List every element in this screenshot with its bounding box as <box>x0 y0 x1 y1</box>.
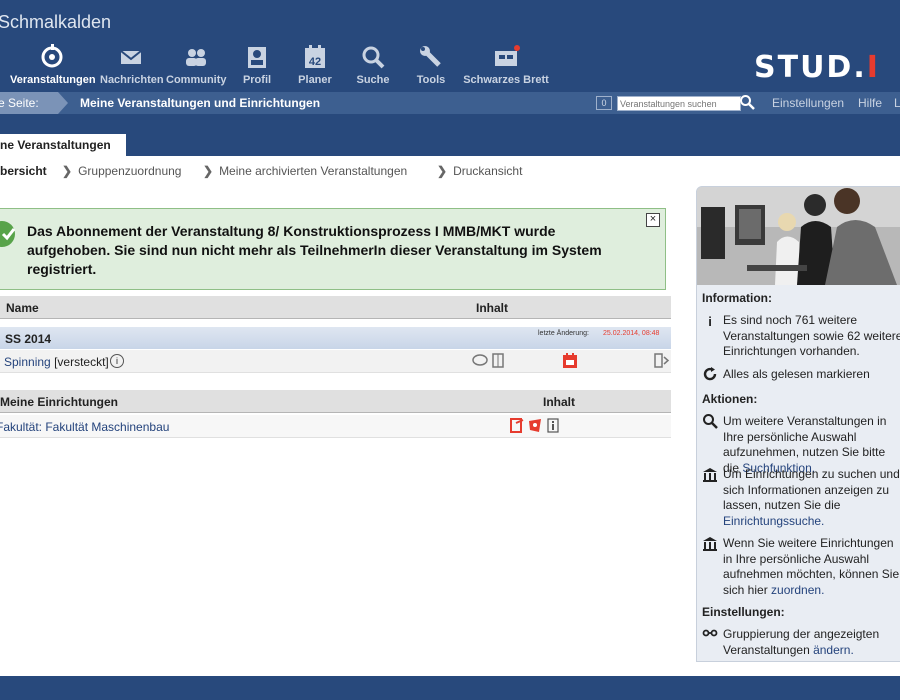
chevron-right-icon: ❯ <box>62 164 73 178</box>
institute-icon <box>703 468 717 482</box>
search-icon <box>703 414 718 429</box>
institute-search-link[interactable]: Einrichtungssuche. <box>723 514 824 528</box>
nav-label: Community <box>166 74 227 86</box>
refresh-icon <box>703 367 717 381</box>
table-row: Fakultät: Fakultät Maschinenbau <box>0 415 671 438</box>
nav-item-suche[interactable]: Suche <box>354 44 392 90</box>
nav-item-community[interactable]: Community <box>166 44 227 90</box>
forum-icon[interactable] <box>472 354 488 368</box>
nav-item-profil[interactable]: Profil <box>240 44 274 90</box>
info-icon[interactable]: i <box>110 354 124 368</box>
nav-label: Planer <box>298 74 332 86</box>
course-search-input[interactable] <box>617 96 741 111</box>
nav-label: Profil <box>242 74 272 86</box>
message-text: Das Abonnement der Veranstaltung 8/ Kons… <box>27 223 602 277</box>
svg-text:42: 42 <box>309 56 321 68</box>
seminar-icon <box>41 44 63 68</box>
settings-heading: Einstellungen: <box>702 605 785 619</box>
settings-group-text: Gruppierung der angezeigten Veranstaltun… <box>723 627 880 657</box>
subnav-item-uebersicht[interactable]: bersicht <box>0 164 47 178</box>
forum-new-icon[interactable] <box>510 418 524 433</box>
info-icon[interactable] <box>547 418 559 433</box>
last-change-label: letzte Änderung: <box>538 330 589 337</box>
leave-course-icon[interactable] <box>654 353 670 368</box>
mark-all-read-link[interactable]: Alles als gelesen markieren <box>723 367 900 383</box>
studip-logo[interactable]: STUD.I <box>754 50 880 85</box>
nav-item-schwarzes-brett[interactable]: Schwarzes Brett <box>462 44 550 90</box>
nav-item-planer[interactable]: 42 Planer <box>297 44 333 90</box>
community-icon <box>186 49 206 66</box>
check-icon <box>0 221 16 247</box>
search-icon[interactable] <box>739 94 755 110</box>
schedule-new-icon[interactable] <box>562 353 578 369</box>
breadcrumb-arrow-icon <box>58 92 68 114</box>
nav-label: Veranstaltungen <box>10 74 96 86</box>
info-icon: i <box>708 314 712 329</box>
subnav-item-archiv[interactable]: ❯ Meine archivierten Veranstaltungen <box>203 164 407 178</box>
tab-meine-veranstaltungen[interactable]: ne Veranstaltungen <box>0 134 126 156</box>
institute-link[interactable]: Fakultät: Fakultät Maschinenbau <box>0 420 169 434</box>
semester-label: SS 2014 <box>5 332 52 346</box>
last-change-value: 25.02.2014, 08:48 <box>603 330 660 337</box>
clipboard-count[interactable]: 0 <box>596 96 612 110</box>
nav-item-nachrichten[interactable]: Nachrichten <box>100 44 164 90</box>
action-assign-text: Wenn Sie weitere Einrichtungen in Ihre p… <box>723 536 900 597</box>
site-title: Schmalkalden <box>0 12 112 32</box>
nav-label: Schwarzes Brett <box>463 74 549 86</box>
col-content-header: Inhalt <box>543 395 575 409</box>
sidebar: Information: i Es sind noch 761 weitere … <box>696 186 900 662</box>
tab-strip: ne Veranstaltungen <box>0 114 900 156</box>
files-icon[interactable] <box>492 353 504 368</box>
nav-label: Tools <box>416 74 446 86</box>
news-new-icon[interactable] <box>527 418 543 433</box>
info-text: Es sind noch 761 weitere Veranstaltungen… <box>723 313 900 358</box>
breadcrumb-current[interactable]: Meine Veranstaltungen und Einrichtungen <box>80 92 320 114</box>
success-message: Das Abonnement der Veranstaltung 8/ Kons… <box>0 208 666 290</box>
action-institute-search-text: Um Einrichtungen zu suchen und sich Info… <box>723 467 900 528</box>
settings-link[interactable]: Einstellungen <box>772 92 844 114</box>
nav-label: Suche <box>356 74 390 86</box>
info-heading: Information: <box>702 291 772 305</box>
col-name-header: Name <box>6 301 39 315</box>
header-bar: Schmalkalden Veranstaltungen Nachrichten… <box>0 0 900 92</box>
mail-icon <box>120 50 142 64</box>
assign-link[interactable]: zuordnen. <box>771 583 824 597</box>
footer-bar <box>0 676 900 700</box>
table-header: Name Inhalt <box>0 296 671 319</box>
nav-label: Nachrichten <box>100 74 164 86</box>
breadcrumb-bar: e Seite: Meine Veranstaltungen und Einri… <box>0 92 900 114</box>
calendar-icon: 42 <box>305 45 325 68</box>
table-header: Meine Einrichtungen Inhalt <box>0 390 671 413</box>
search-icon <box>362 46 385 69</box>
help-link[interactable]: Hilfe <box>858 92 882 114</box>
institute-icon <box>703 537 717 551</box>
semester-row: SS 2014 letzte Änderung: 25.02.2014, 08:… <box>0 327 671 349</box>
profile-icon <box>248 47 266 68</box>
wrench-icon <box>420 46 441 67</box>
table-row: Spinning [versteckt] i <box>0 350 671 373</box>
sidebar-photo <box>697 187 900 285</box>
chevron-right-icon: ❯ <box>437 164 448 178</box>
subnav-item-gruppenzuordnung[interactable]: ❯ Gruppenzuordnung <box>62 164 181 178</box>
actions-heading: Aktionen: <box>702 392 758 406</box>
subnav-item-druckansicht[interactable]: ❯ Druckansicht <box>437 164 522 178</box>
nav-item-veranstaltungen[interactable]: Veranstaltungen <box>10 44 96 90</box>
logout-link[interactable]: L <box>894 92 900 114</box>
col-name-header: Meine Einrichtungen <box>0 395 119 409</box>
board-icon <box>495 45 520 66</box>
course-link[interactable]: Spinning [versteckt] <box>4 355 109 369</box>
chevron-right-icon: ❯ <box>203 164 214 178</box>
group-icon <box>702 629 718 637</box>
col-content-header: Inhalt <box>476 301 508 315</box>
close-icon[interactable]: × <box>646 213 660 227</box>
breadcrumb-label: e Seite: <box>0 92 58 114</box>
nav-item-tools[interactable]: Tools <box>413 44 449 90</box>
change-grouping-link[interactable]: ändern. <box>813 643 854 657</box>
